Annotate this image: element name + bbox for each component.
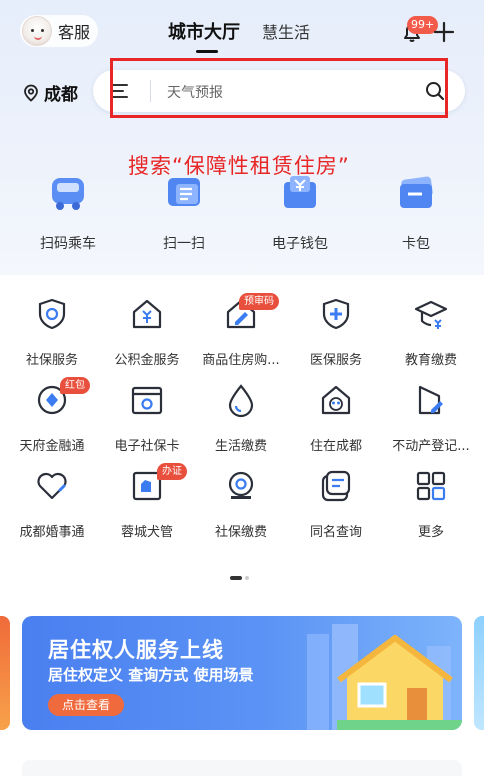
- presale-badge: 预审码: [239, 293, 279, 310]
- quick-action-wallet[interactable]: 电子钱包: [250, 168, 350, 253]
- service-item[interactable]: 医保服务: [288, 296, 384, 368]
- service-item[interactable]: 公积金服务: [99, 296, 195, 368]
- service-label: 社保服务: [25, 353, 78, 368]
- service-label: 社保缴费: [214, 525, 267, 540]
- service-label: 蓉城犬管: [120, 525, 173, 540]
- scan-icon: [168, 178, 200, 206]
- quick-action-scan[interactable]: 扫一扫: [134, 168, 234, 253]
- service-label: 电子社保卡: [114, 439, 180, 454]
- property-icon: [418, 385, 443, 415]
- quick-action-label: 卡包: [402, 236, 430, 252]
- medical-shield-icon: [322, 298, 350, 330]
- certificate-badge: 办证: [157, 463, 187, 480]
- more-grid-icon: [416, 471, 446, 501]
- social-security-shield-icon: [38, 298, 66, 330]
- page-indicator: [230, 576, 249, 580]
- service-label: 天府金融通: [19, 439, 85, 454]
- service-item[interactable]: 成都婚事通: [4, 468, 100, 540]
- service-label: 生活缴费: [214, 439, 267, 454]
- housing-fund-icon: [132, 299, 162, 329]
- quick-action-label: 扫一扫: [163, 236, 205, 252]
- card-icon: [400, 176, 433, 208]
- service-item[interactable]: 生活缴费: [193, 382, 289, 454]
- service-avatar-icon: [22, 16, 52, 46]
- service-label: 商品住房购...: [202, 353, 280, 368]
- city-label: 成都: [44, 85, 78, 105]
- prev-banner-peek[interactable]: [0, 616, 10, 730]
- city-selector[interactable]: 成都: [22, 80, 78, 105]
- banner-view-button[interactable]: 点击查看: [48, 694, 125, 716]
- bottom-card-edge: [22, 760, 462, 776]
- wallet-icon: [284, 176, 316, 208]
- customer-service-label: 客服: [58, 23, 91, 42]
- social-card-icon: [131, 386, 163, 415]
- location-pin-icon: [24, 84, 38, 102]
- highlight-box: [110, 58, 448, 118]
- banner-subtitle: 居住权定义 查询方式 使用场景: [48, 666, 254, 684]
- plus-icon[interactable]: [432, 20, 456, 44]
- quick-actions: 扫码乘车 扫一扫 电子钱包 卡包: [0, 168, 484, 252]
- name-query-icon: [321, 470, 351, 502]
- heart-icon: [37, 472, 67, 500]
- tab-smart-life[interactable]: 慧生活: [262, 19, 310, 44]
- water-drop-icon: [228, 384, 254, 418]
- page-dot-active: [230, 576, 242, 580]
- quick-action-card[interactable]: 卡包: [366, 168, 466, 253]
- panda-house-icon: [321, 385, 351, 415]
- service-item[interactable]: 预审码 商品住房购...: [193, 293, 289, 368]
- quick-action-label: 扫码乘车: [40, 236, 96, 252]
- promo-banner[interactable]: 居住权人服务上线 居住权定义 查询方式 使用场景 点击查看: [22, 616, 462, 730]
- tab-city-hall[interactable]: 城市大厅: [168, 18, 240, 53]
- social-pay-icon: [228, 471, 254, 499]
- service-item[interactable]: 红包 天府金融通: [4, 377, 100, 454]
- service-label: 医保服务: [309, 353, 362, 368]
- customer-service-button[interactable]: 客服: [20, 15, 98, 47]
- service-item[interactable]: 更多: [383, 468, 479, 540]
- graduation-cap-icon: [414, 300, 448, 329]
- service-label: 教育缴费: [404, 353, 457, 368]
- service-item[interactable]: 社保服务: [4, 296, 100, 368]
- service-item[interactable]: 不动产登记...: [383, 382, 479, 454]
- service-item[interactable]: 社保缴费: [193, 468, 289, 540]
- service-item[interactable]: 电子社保卡: [99, 382, 195, 454]
- bus-icon: [52, 178, 84, 210]
- header: 客服 城市大厅 慧生活 99+: [0, 0, 484, 62]
- top-tabs: 城市大厅 慧生活: [168, 18, 310, 53]
- quick-action-bus[interactable]: 扫码乘车: [18, 168, 118, 253]
- service-item[interactable]: 教育缴费: [383, 296, 479, 368]
- service-label: 成都婚事通: [19, 525, 85, 540]
- service-label: 公积金服务: [114, 353, 180, 368]
- service-item[interactable]: 同名查询: [288, 468, 384, 540]
- red-packet-badge: 红包: [60, 377, 90, 394]
- service-label: 住在成都: [309, 439, 362, 454]
- service-label: 更多: [417, 525, 444, 540]
- service-label: 同名查询: [309, 525, 362, 540]
- page-dot: [245, 576, 249, 580]
- quick-action-label: 电子钱包: [272, 236, 328, 252]
- service-label: 不动产登记...: [392, 439, 470, 454]
- service-item[interactable]: 住在成都: [288, 382, 384, 454]
- house-illustration-icon: [307, 624, 462, 730]
- banner-title: 居住权人服务上线: [48, 638, 224, 662]
- next-banner-peek[interactable]: [474, 616, 484, 730]
- service-item[interactable]: 办证 蓉城犬管: [99, 463, 195, 540]
